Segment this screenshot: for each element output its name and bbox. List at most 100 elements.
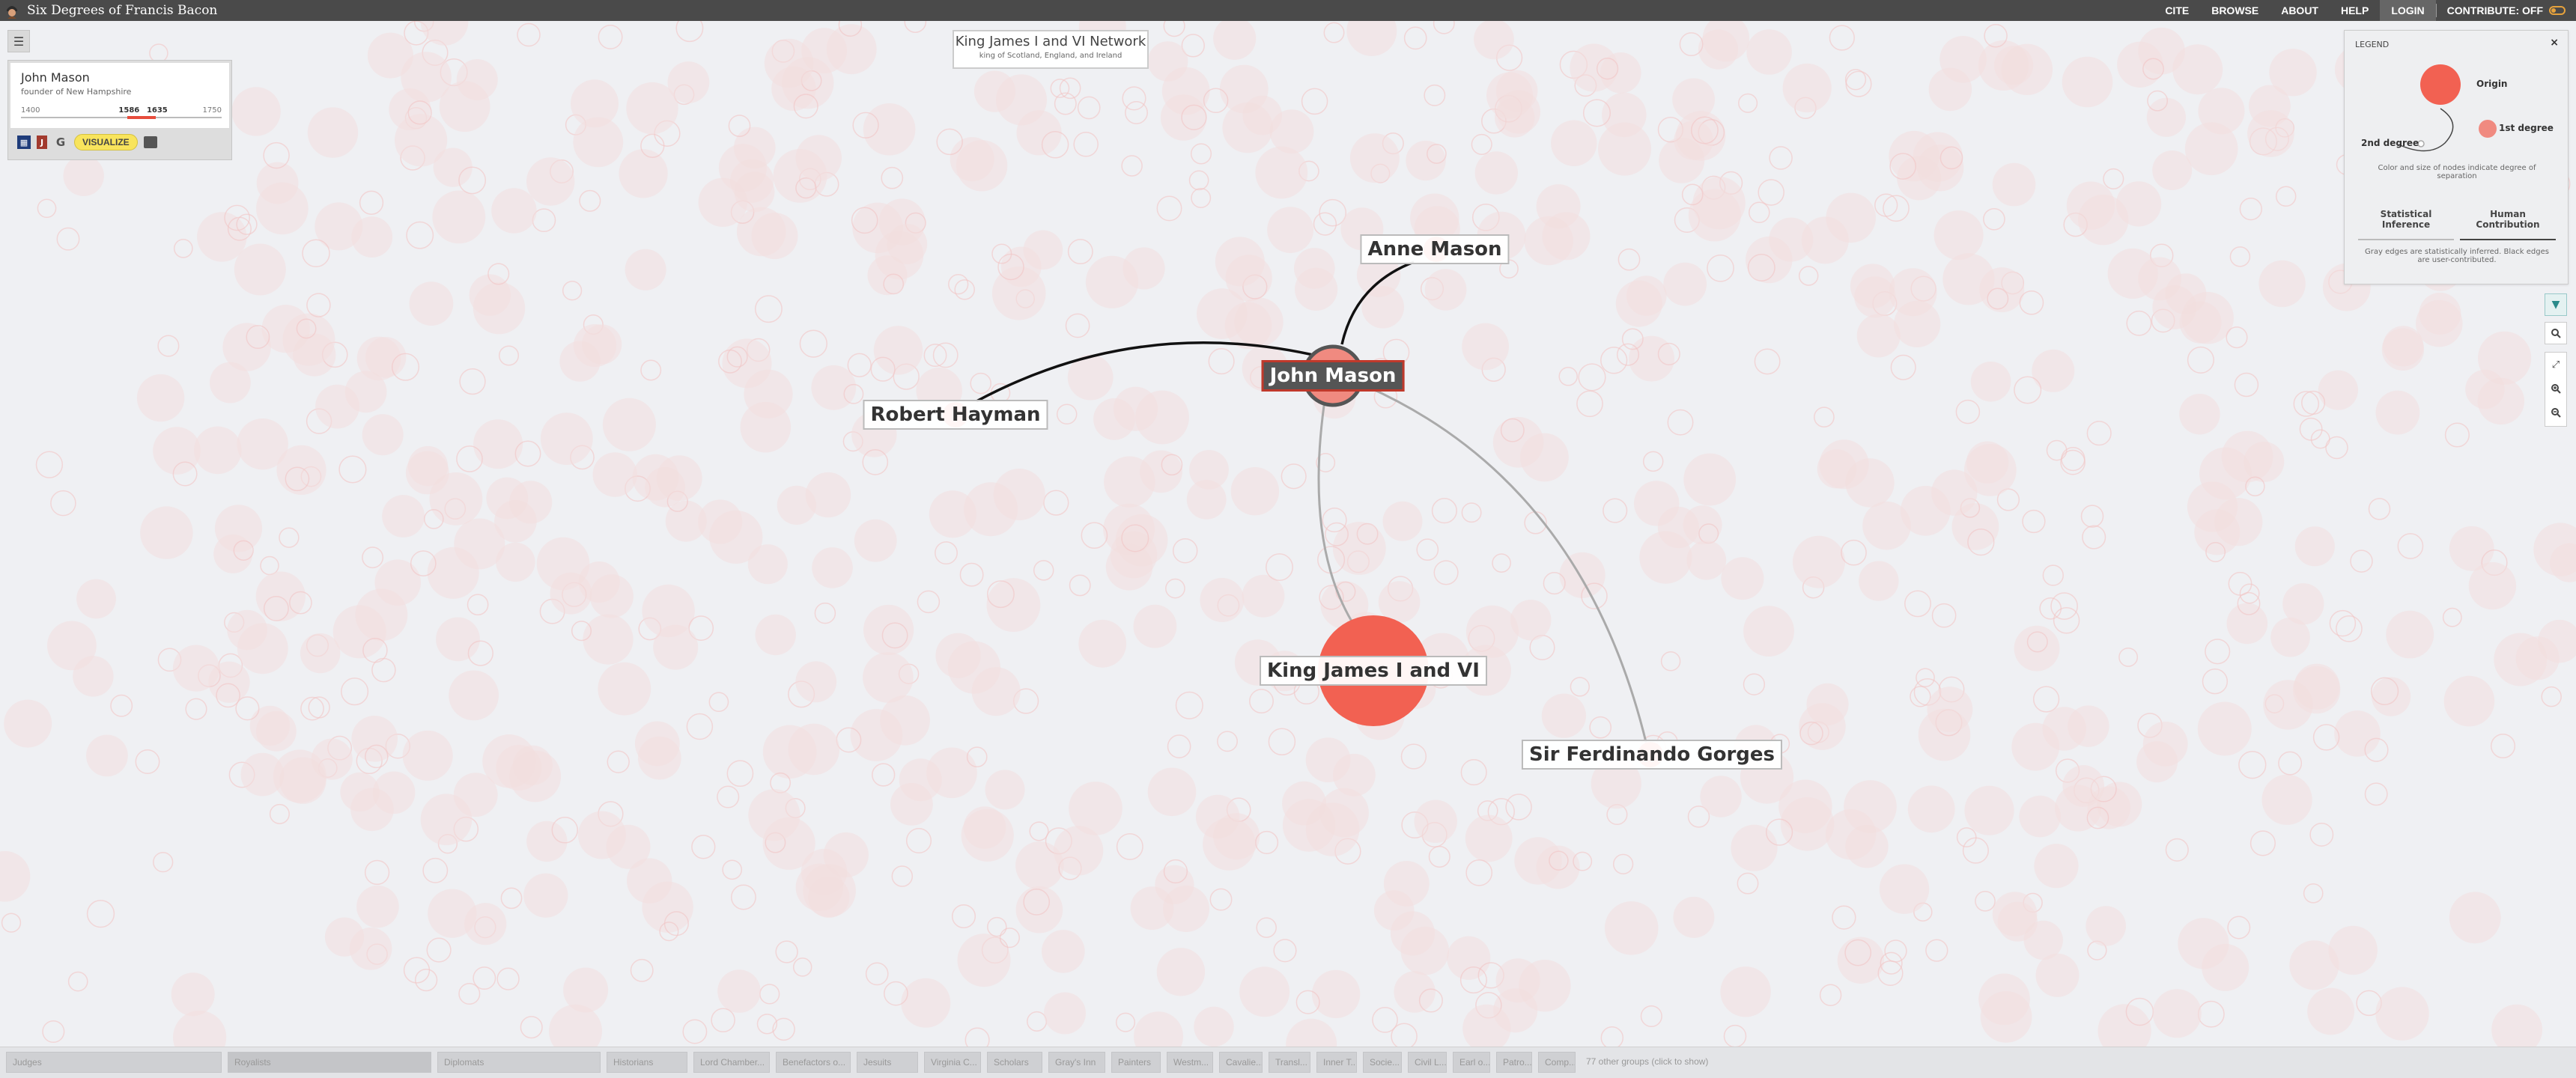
person-name[interactable]: John Mason <box>21 70 219 85</box>
background-node <box>1837 937 1885 984</box>
node-label[interactable]: Robert Hayman <box>863 400 1048 430</box>
group-chip[interactable]: Gray's Inn <box>1048 1052 1105 1073</box>
odnb-icon[interactable]: ▦ <box>17 135 31 149</box>
group-chip[interactable]: Transl... <box>1269 1052 1310 1073</box>
group-chip[interactable]: Virginia C... <box>924 1052 981 1073</box>
search-icon <box>2551 329 2561 338</box>
background-node <box>630 958 654 982</box>
zoom-out-button[interactable] <box>2545 401 2566 424</box>
background-node <box>2490 733 2516 759</box>
background-node <box>627 858 672 904</box>
background-node <box>1123 247 1165 290</box>
background-node <box>1495 958 1540 1003</box>
background-node <box>1115 1012 1136 1032</box>
group-chip[interactable]: Inner T... <box>1316 1052 1357 1073</box>
group-chip[interactable]: Scholars <box>987 1052 1042 1073</box>
group-chip[interactable]: Civil L... <box>1408 1052 1447 1073</box>
legend-panel: LEGEND × Origin 1st degree 2nd degree Co… <box>2344 30 2569 284</box>
background-node <box>1147 41 1188 82</box>
group-chip[interactable]: Patro... <box>1496 1052 1532 1073</box>
node-label[interactable]: King James I and VI <box>1260 656 1487 686</box>
background-node <box>426 937 452 963</box>
person-description: founder of New Hampshire <box>21 87 132 97</box>
group-chip[interactable]: Socie... <box>1363 1052 1402 1073</box>
background-node <box>1156 948 1206 996</box>
tab-statistical-inference[interactable]: Statistical Inference <box>2358 207 2454 240</box>
background-node <box>1519 433 1569 482</box>
background-node <box>1683 453 1737 506</box>
background-node <box>904 21 927 33</box>
group-chip[interactable]: Benefactors o... <box>776 1052 851 1073</box>
menu-button[interactable]: ☰ <box>7 30 30 52</box>
background-node <box>459 368 486 395</box>
group-chip[interactable]: Jesuits <box>857 1052 918 1073</box>
background-node <box>1720 966 1771 1017</box>
brand[interactable]: Six Degrees of Francis Bacon <box>4 1 217 19</box>
background-node <box>1069 574 1091 597</box>
nav-cite[interactable]: CITE <box>2154 0 2200 21</box>
contribute-toggle[interactable]: CONTRIBUTE: OFF <box>2437 4 2576 16</box>
expand-button[interactable]: ⤢ <box>2545 353 2566 377</box>
background-node <box>1542 212 1591 261</box>
filter-button[interactable]: ▼ <box>2545 293 2567 316</box>
background-node <box>1122 86 1146 111</box>
background-node <box>2202 943 2250 991</box>
google-icon[interactable]: G <box>53 135 68 149</box>
group-chip[interactable]: Royalists <box>228 1052 431 1073</box>
background-node <box>300 696 324 721</box>
background-node <box>2146 97 2186 137</box>
nav-about[interactable]: ABOUT <box>2270 0 2330 21</box>
background-node <box>2226 603 2268 645</box>
background-node <box>1826 192 1876 243</box>
background-node <box>1486 72 1533 119</box>
background-node <box>619 149 668 198</box>
group-chip[interactable]: Lord Chamber... <box>693 1052 770 1073</box>
group-chip[interactable]: Historians <box>607 1052 687 1073</box>
background-node <box>406 221 434 249</box>
nav-login[interactable]: LOGIN <box>2380 0 2436 21</box>
background-node <box>1964 785 2014 835</box>
background-node <box>1378 581 1421 623</box>
group-chip[interactable]: Painters <box>1111 1052 1161 1073</box>
background-node <box>905 827 932 854</box>
background-node <box>1311 969 1361 1019</box>
background-node <box>2014 376 2042 404</box>
node-label[interactable]: Anne Mason <box>1360 234 1510 264</box>
background-node <box>231 87 281 136</box>
background-node <box>1769 146 1793 170</box>
nav-help[interactable]: HELP <box>2330 0 2380 21</box>
background-node <box>2465 369 2505 409</box>
background-node <box>302 239 330 268</box>
network-graph[interactable]: Anne Mason Robert Hayman King James I an… <box>0 21 2576 1047</box>
background-node <box>2386 610 2434 659</box>
background-node <box>449 670 499 721</box>
background-node <box>1394 971 1436 1013</box>
background-node <box>260 555 279 576</box>
graph-nodes <box>943 237 1663 767</box>
group-chip[interactable]: Comp... <box>1538 1052 1576 1073</box>
origin-node-label[interactable]: John Mason <box>1261 360 1405 392</box>
background-node <box>1015 886 1063 934</box>
jstor-icon[interactable]: J <box>37 135 47 149</box>
nav-browse[interactable]: BROWSE <box>2200 0 2270 21</box>
node-label[interactable]: Sir Ferdinando Gorges <box>1521 740 1783 770</box>
background-node <box>364 859 390 886</box>
group-chip[interactable]: Cavalie... <box>1219 1052 1263 1073</box>
group-chip[interactable]: Earl o... <box>1453 1052 1490 1073</box>
group-chip[interactable]: Diplomats <box>437 1052 601 1073</box>
background-node <box>775 940 798 963</box>
background-node <box>1130 886 1174 931</box>
show-more-groups[interactable]: 77 other groups (click to show) <box>1582 1052 1713 1073</box>
group-chip[interactable]: Judges <box>6 1052 222 1073</box>
tab-human-contribution[interactable]: Human Contribution <box>2460 207 2556 240</box>
book-icon[interactable] <box>143 136 157 148</box>
background-node <box>579 189 601 212</box>
zoom-in-button[interactable] <box>2545 377 2566 401</box>
group-chip[interactable]: Westm... <box>1167 1052 1213 1073</box>
background-node <box>748 789 801 841</box>
background-node <box>1188 170 1209 191</box>
visualize-button[interactable]: VISUALIZE <box>74 134 138 150</box>
search-button[interactable] <box>2545 322 2567 344</box>
legend-second-degree-label: 2nd degree <box>2361 138 2419 148</box>
background-node <box>1856 314 1901 358</box>
